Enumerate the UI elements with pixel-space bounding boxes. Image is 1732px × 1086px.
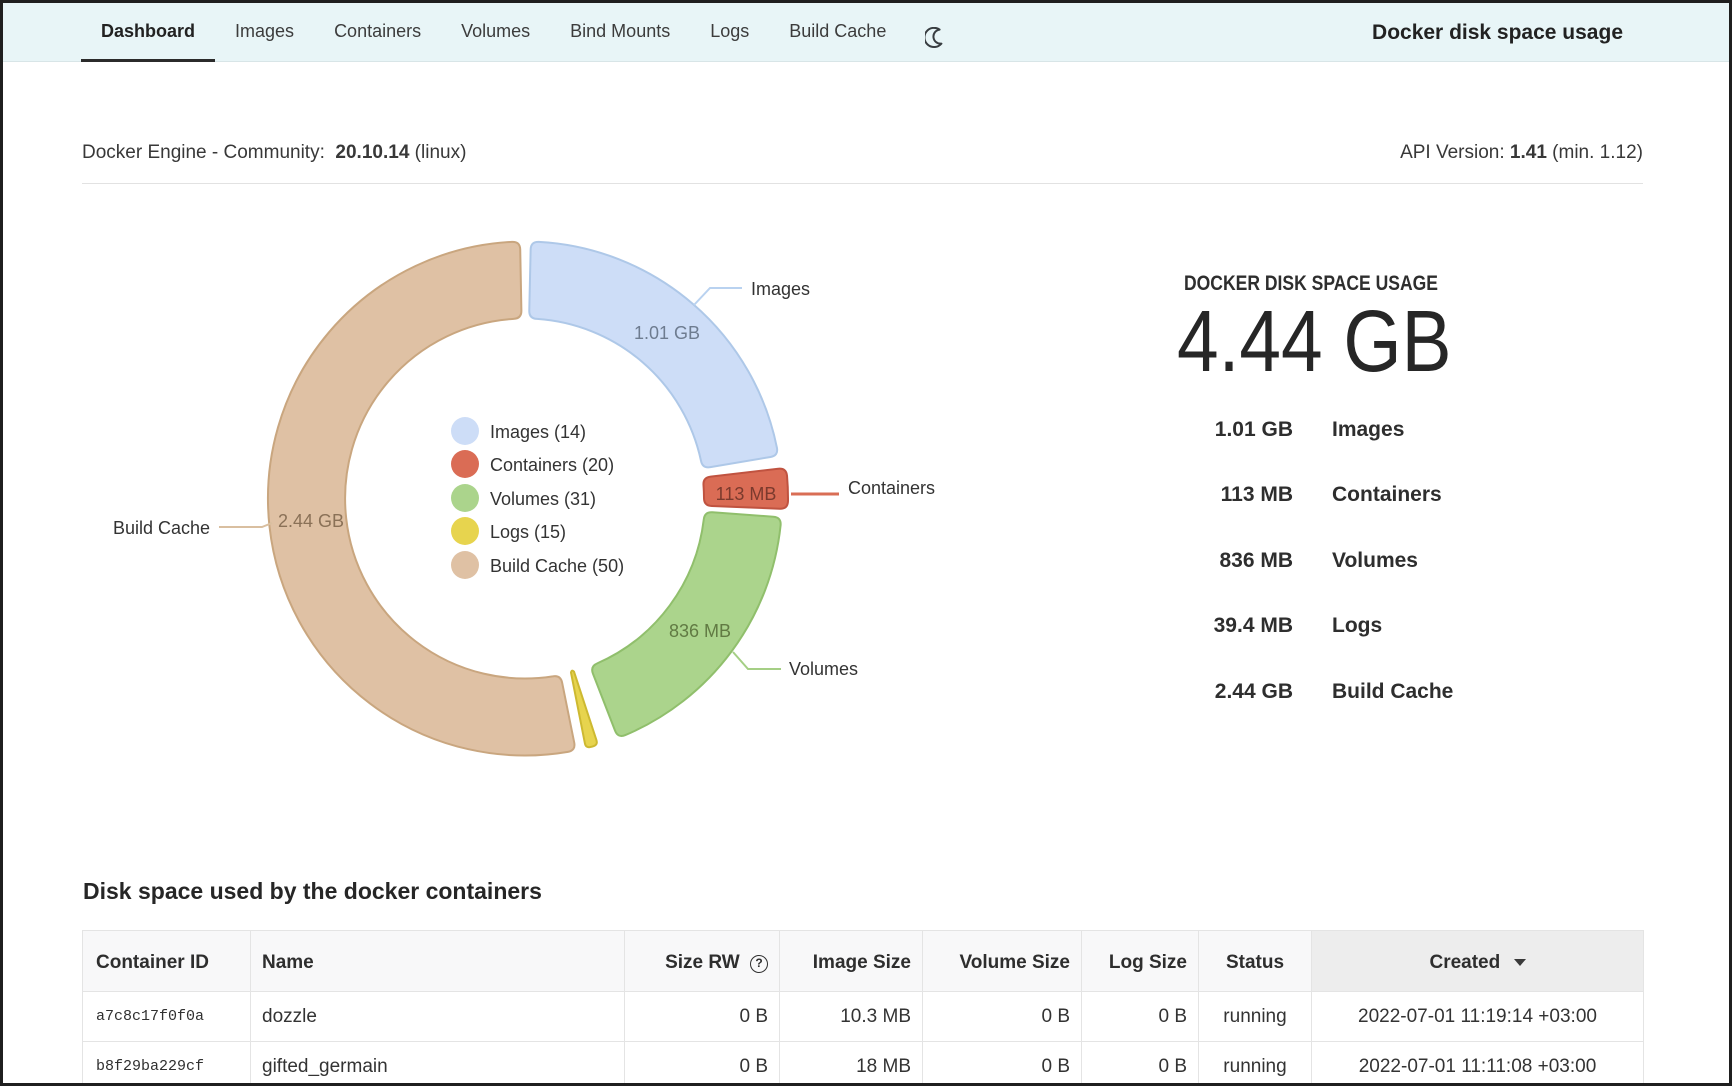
- svg-text:2.44 GB: 2.44 GB: [278, 511, 344, 531]
- svg-text:Volumes (31): Volumes (31): [490, 489, 596, 509]
- svg-text:836 MB: 836 MB: [669, 621, 731, 641]
- svg-text:Images: Images: [751, 279, 810, 299]
- svg-text:Containers: Containers: [848, 478, 935, 498]
- svg-text:Build Cache: Build Cache: [113, 518, 210, 538]
- svg-text:Logs (15): Logs (15): [490, 522, 566, 542]
- svg-text:113 MB: 113 MB: [716, 484, 777, 504]
- svg-text:1.01 GB: 1.01 GB: [634, 323, 700, 343]
- svg-text:Build Cache (50): Build Cache (50): [490, 556, 624, 576]
- svg-text:Images (14): Images (14): [490, 422, 586, 442]
- svg-text:Volumes: Volumes: [789, 659, 858, 679]
- svg-text:Containers (20): Containers (20): [490, 455, 614, 475]
